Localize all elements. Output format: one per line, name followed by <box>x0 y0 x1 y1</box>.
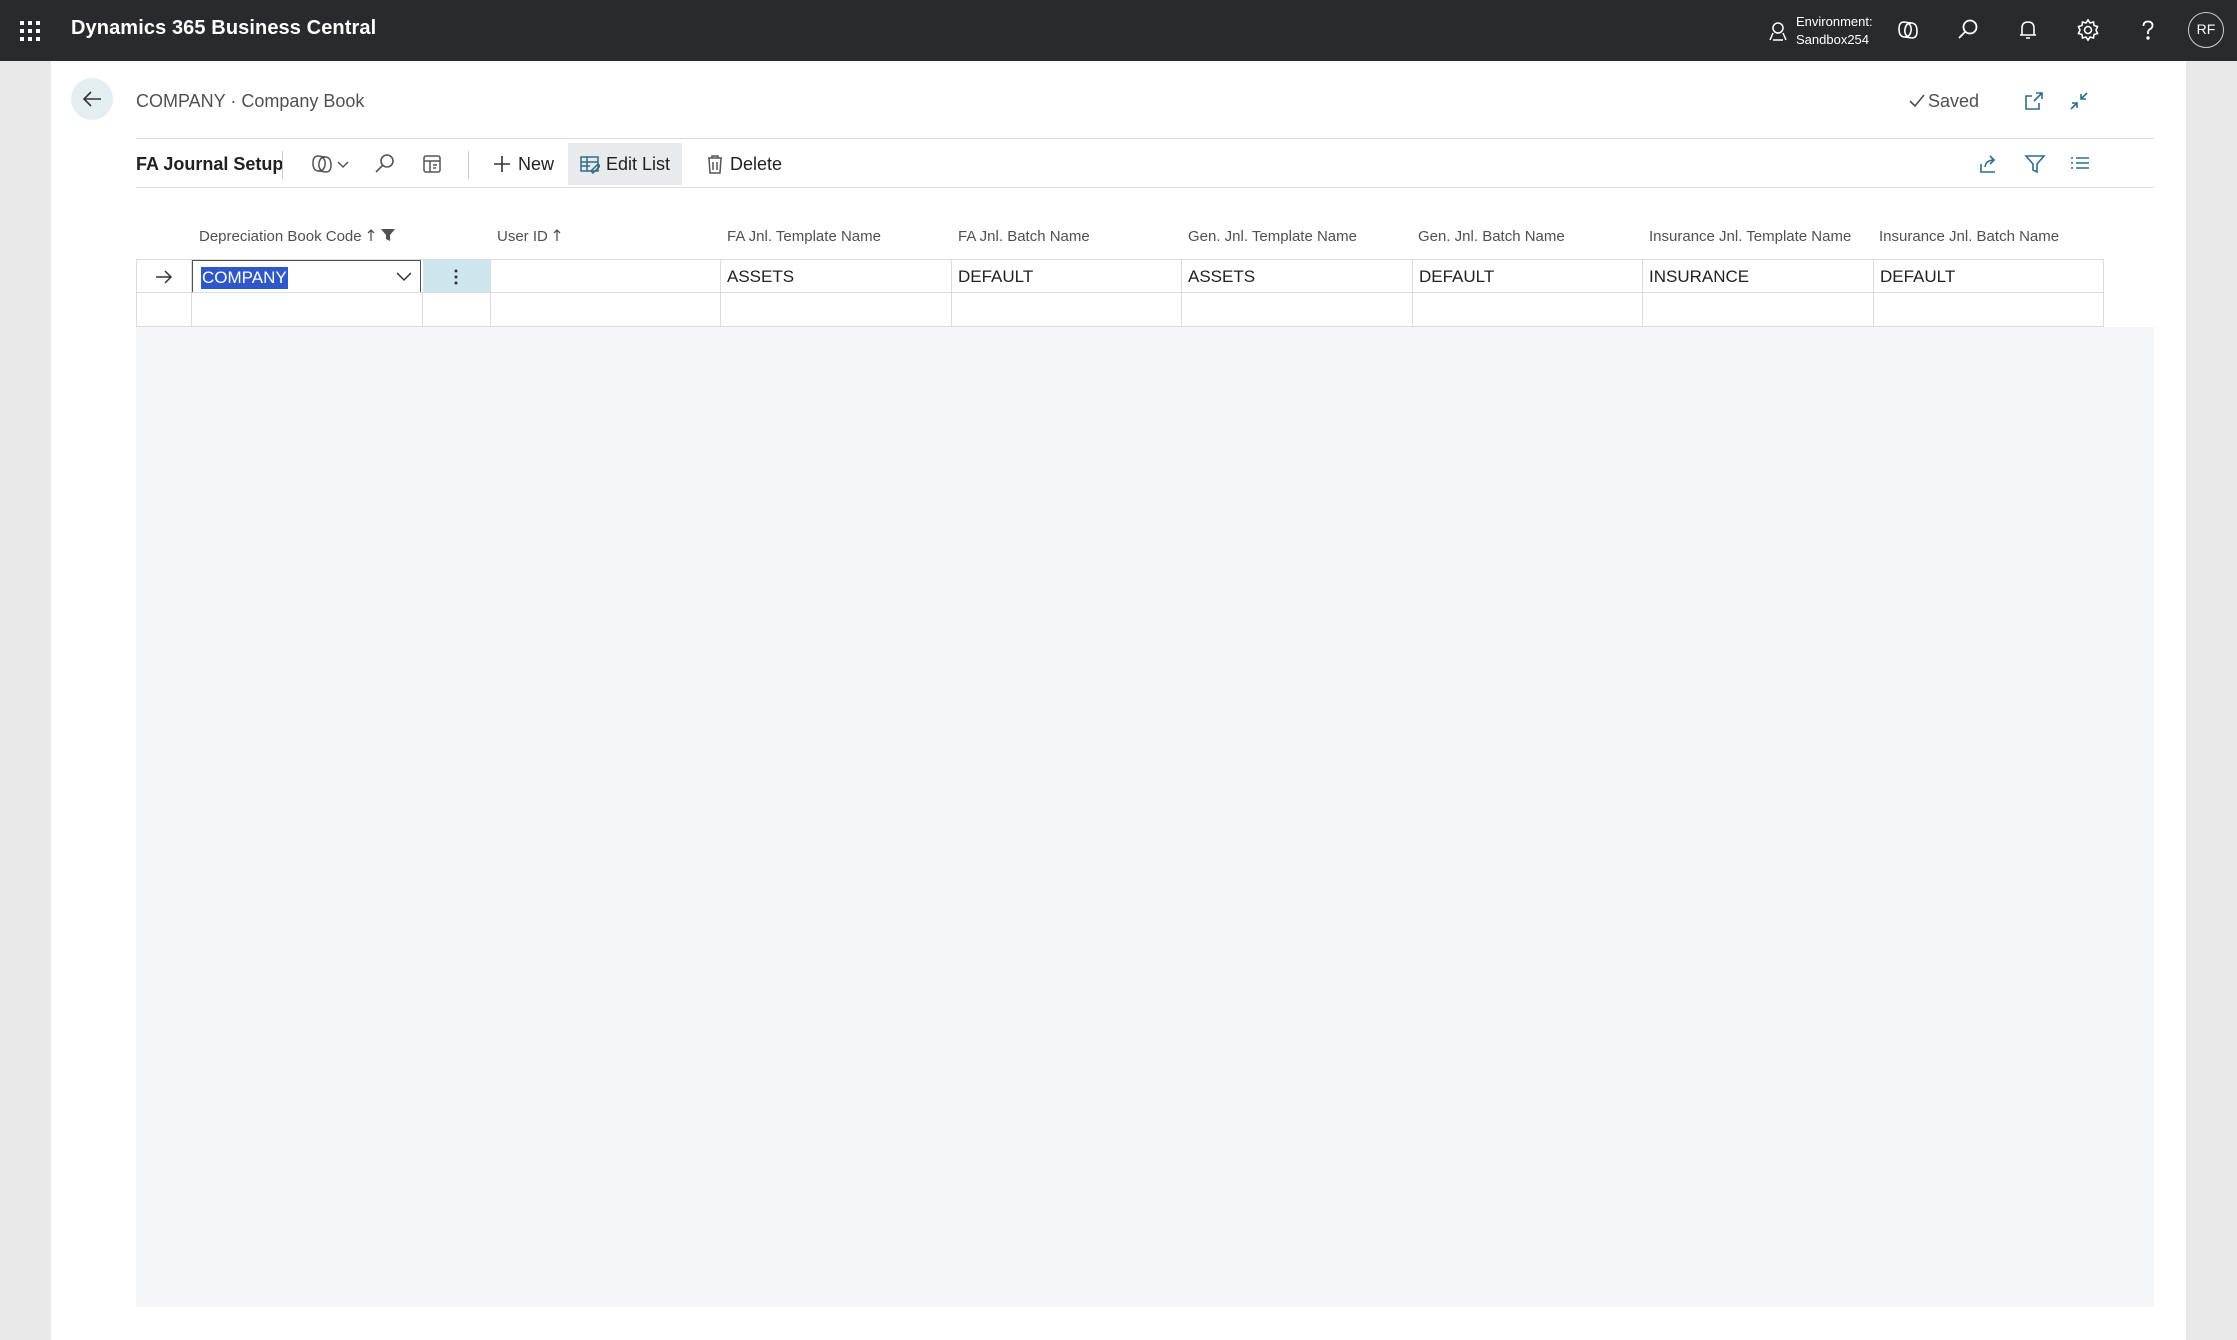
open-new-window-icon[interactable] <box>2022 89 2046 113</box>
depreciation-book-code-cell[interactable]: COMPANY <box>192 259 423 293</box>
filter-icon[interactable] <box>2023 152 2047 176</box>
action-separator <box>282 151 283 179</box>
page-title: FA Journal Setup <box>136 154 284 174</box>
column-header-label: User ID <box>497 228 548 245</box>
gen-jnl-batch-name-cell[interactable] <box>1413 293 1643 327</box>
column-header-gen-jnl-template-name[interactable]: Gen. Jnl. Template Name <box>1188 228 1357 245</box>
gen-jnl-template-name-cell[interactable] <box>1182 293 1413 327</box>
sort-ascending-icon <box>367 229 375 241</box>
more-options-icon <box>454 269 458 285</box>
gen-jnl-batch-name-cell[interactable]: DEFAULT <box>1413 259 1643 293</box>
copilot-dropdown-icon[interactable] <box>310 152 352 176</box>
filter-applied-icon[interactable] <box>380 228 396 242</box>
edit-list-label: Edit List <box>606 153 671 174</box>
help-icon[interactable] <box>2135 17 2161 43</box>
app-bar: Dynamics 365 Business Central Environmen… <box>0 0 2237 61</box>
fa-jnl-batch-name-cell[interactable]: DEFAULT <box>952 259 1182 293</box>
action-separator <box>468 151 469 179</box>
chevron-down-icon[interactable] <box>396 272 412 282</box>
user-id-cell[interactable] <box>491 259 721 293</box>
checkmark-icon <box>1909 94 1925 108</box>
back-button[interactable] <box>71 78 113 120</box>
environment-label: Environment: <box>1796 14 1873 29</box>
notifications-bell-icon[interactable] <box>2015 17 2041 43</box>
new-button[interactable]: New <box>480 143 566 185</box>
search-icon[interactable] <box>373 152 397 176</box>
column-header-fa-jnl-batch-name[interactable]: FA Jnl. Batch Name <box>958 228 1090 245</box>
gen-jnl-template-name-cell[interactable]: ASSETS <box>1182 259 1413 293</box>
arrow-right-icon <box>156 270 173 284</box>
row-actions-cell[interactable] <box>423 259 491 293</box>
saved-label: Saved <box>1928 91 1980 111</box>
insurance-jnl-batch-name-cell[interactable] <box>1874 293 2104 327</box>
page-breadcrumb: COMPANY · Company Book <box>136 91 365 111</box>
new-label: New <box>518 153 555 174</box>
insurance-jnl-batch-name-cell[interactable]: DEFAULT <box>1874 259 2104 293</box>
list-view-icon[interactable] <box>2068 152 2092 176</box>
fa-jnl-batch-name-cell[interactable] <box>952 293 1182 327</box>
header-divider <box>136 138 2154 139</box>
table-row[interactable] <box>136 293 2154 327</box>
column-header-gen-jnl-batch-name[interactable]: Gen. Jnl. Batch Name <box>1418 228 1565 245</box>
trash-icon <box>708 155 722 174</box>
edit-list-button[interactable]: Edit List <box>568 143 683 185</box>
environment-indicator[interactable]: Environment: Sandbox254 <box>1766 11 1886 51</box>
share-icon[interactable] <box>1977 152 2001 176</box>
delete-button[interactable]: Delete <box>694 143 794 185</box>
user-avatar[interactable]: RF <box>2188 12 2224 48</box>
action-bar-divider <box>136 187 2154 188</box>
fa-jnl-template-name-cell[interactable] <box>721 293 952 327</box>
settings-gear-icon[interactable] <box>2075 17 2101 43</box>
row-actions-cell[interactable] <box>423 293 491 327</box>
environment-icon <box>1769 22 1787 41</box>
depreciation-book-code-value: COMPANY <box>201 267 288 289</box>
user-id-cell[interactable] <box>491 293 721 327</box>
analysis-icon[interactable] <box>420 152 444 176</box>
insurance-jnl-template-name-cell[interactable]: INSURANCE <box>1643 259 1874 293</box>
table-row[interactable]: COMPANY ASSETS DEFAULT ASSETS DEFAULT IN… <box>136 259 2154 293</box>
column-header-depreciation-book-code[interactable]: Depreciation Book Code <box>199 228 396 245</box>
environment-value: Sandbox254 <box>1796 32 1870 47</box>
column-header-fa-jnl-template-name[interactable]: FA Jnl. Template Name <box>727 228 881 245</box>
row-indicator-cell[interactable] <box>136 259 192 293</box>
column-header-label: Depreciation Book Code <box>199 228 362 245</box>
save-status: Saved <box>1908 91 1979 112</box>
column-header-user-id[interactable]: User ID <box>497 228 562 245</box>
fa-jnl-template-name-cell[interactable]: ASSETS <box>721 259 952 293</box>
search-icon[interactable] <box>1955 17 1981 43</box>
sort-ascending-icon <box>553 229 561 241</box>
edit-list-icon <box>580 156 600 174</box>
action-bar: FA Journal Setup New Edit List Delete <box>136 143 2154 185</box>
row-indicator-cell[interactable] <box>136 293 192 327</box>
column-header-insurance-jnl-template-name[interactable]: Insurance Jnl. Template Name <box>1649 228 1851 245</box>
arrow-left-icon <box>82 91 101 107</box>
column-header-insurance-jnl-batch-name[interactable]: Insurance Jnl. Batch Name <box>1879 228 2059 245</box>
depreciation-book-code-cell[interactable] <box>192 293 423 327</box>
delete-label: Delete <box>730 153 783 174</box>
grid-background <box>136 259 2154 1307</box>
depreciation-book-code-dropdown[interactable]: COMPANY <box>192 260 421 292</box>
app-launcher-icon[interactable] <box>18 19 42 43</box>
plus-icon <box>494 156 510 172</box>
collapse-icon[interactable] <box>2067 89 2091 113</box>
insurance-jnl-template-name-cell[interactable] <box>1643 293 1874 327</box>
copilot-icon[interactable] <box>1895 17 1921 43</box>
app-title[interactable]: Dynamics 365 Business Central <box>71 17 376 40</box>
